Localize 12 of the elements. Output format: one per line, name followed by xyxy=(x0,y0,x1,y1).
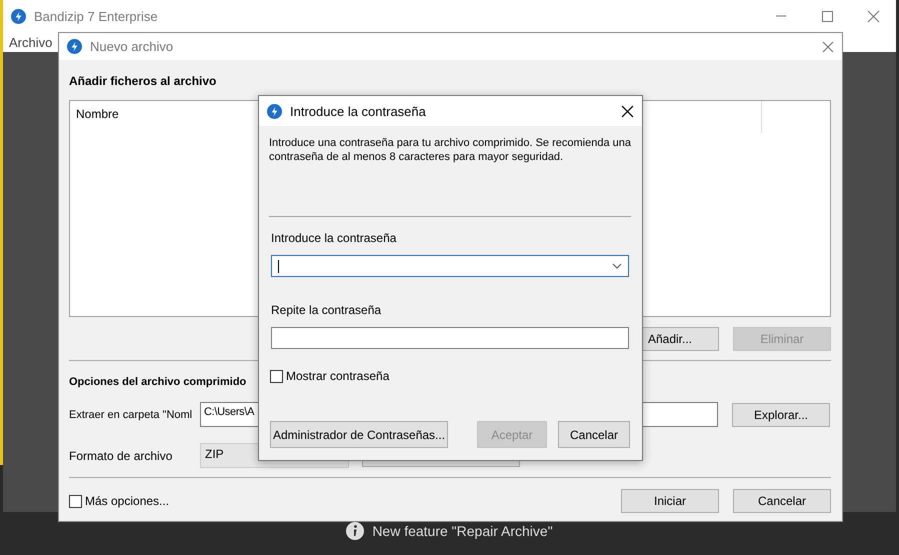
field-label: Extraer en carpeta "Noml xyxy=(69,408,194,420)
dialog-title: Nuevo archivo xyxy=(90,39,174,54)
field-label: Introduce la contraseña xyxy=(271,231,398,247)
window-title: Bandizip 7 Enterprise xyxy=(34,8,158,24)
description-text: Introduce una contraseña para tu archivo comprimido. Se recomienda una contraseña de al menos 8 caracteres para mayor seguridad. xyxy=(269,136,631,165)
field-label: Repite la contraseña xyxy=(271,303,382,319)
dialog-title: Introduce la contraseña xyxy=(290,104,426,118)
section-heading: Añadir ficheros al archivo xyxy=(69,74,218,90)
status-text: New feature "Repair Archive" xyxy=(372,523,553,539)
checkbox-label: Más opciones... xyxy=(85,494,170,508)
field-label: Formato de archivo xyxy=(69,448,174,462)
checkbox-label: Mostrar contraseña xyxy=(286,369,390,383)
